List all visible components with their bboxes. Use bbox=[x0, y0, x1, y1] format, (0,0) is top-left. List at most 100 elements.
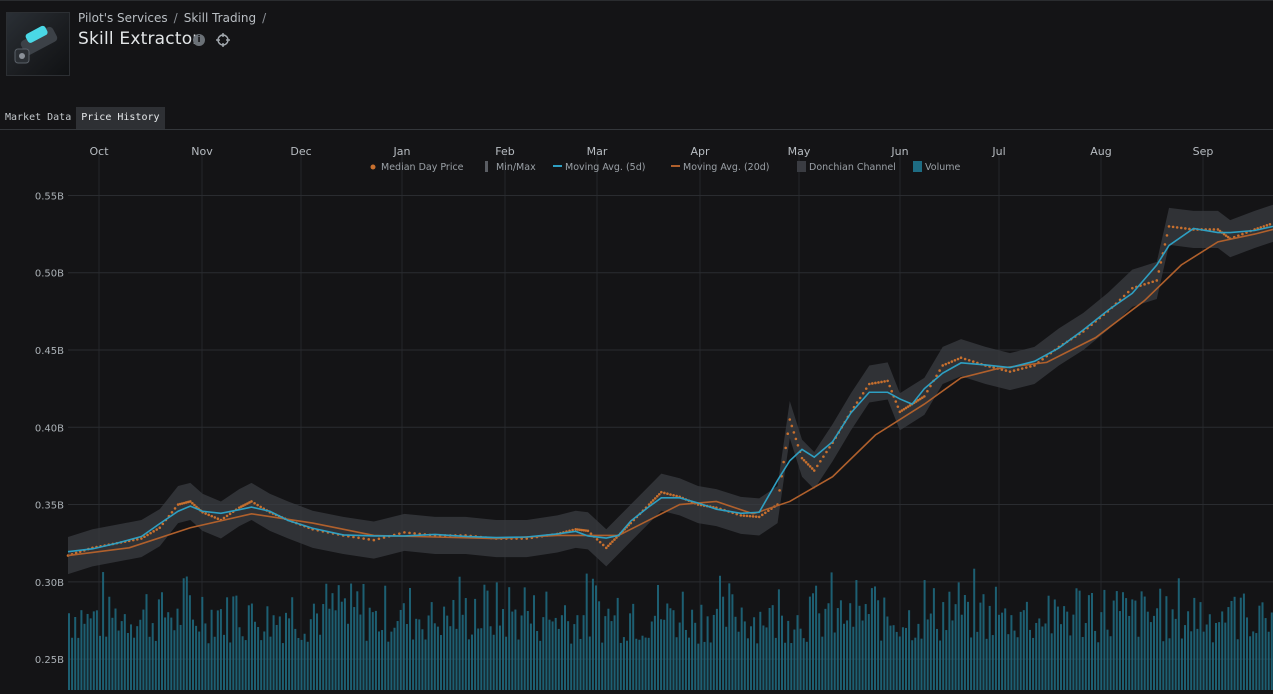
median-price-point bbox=[259, 505, 262, 509]
median-price-point bbox=[1016, 368, 1020, 371]
median-price-point bbox=[675, 494, 678, 498]
month-tick-label: Aug bbox=[1090, 145, 1111, 158]
volume-bar bbox=[1038, 618, 1041, 690]
median-price-point bbox=[800, 456, 804, 460]
price-history-chart[interactable]: Oct Nov Dec Jan Feb Mar Apr May Jun Jul Aug Sep 0.55… bbox=[0, 130, 1273, 690]
volume-bar bbox=[830, 572, 833, 690]
median-price-point bbox=[1008, 370, 1012, 373]
volume-bar bbox=[303, 633, 306, 690]
volume-bar bbox=[1112, 600, 1115, 690]
volume-bar bbox=[1022, 610, 1025, 690]
volume-bar bbox=[381, 630, 384, 690]
crosshair-icon[interactable] bbox=[216, 33, 230, 47]
volume-bar bbox=[1106, 629, 1109, 690]
breadcrumb-pilots-services[interactable]: Pilot's Services bbox=[78, 11, 168, 25]
volume-bar bbox=[1177, 578, 1180, 690]
volume-bar bbox=[105, 636, 108, 690]
volume-bar bbox=[226, 597, 229, 690]
info-icon[interactable]: i bbox=[193, 34, 205, 46]
volume-bar bbox=[238, 627, 241, 690]
median-price-point bbox=[398, 532, 401, 535]
volume-bar bbox=[557, 628, 560, 690]
median-price-point bbox=[944, 362, 948, 366]
volume-bar bbox=[728, 583, 731, 690]
median-price-point bbox=[778, 489, 781, 492]
volume-bar bbox=[151, 623, 154, 690]
breadcrumb-separator: / bbox=[262, 11, 267, 25]
volume-bar bbox=[89, 618, 92, 690]
volume-bar bbox=[573, 624, 576, 690]
skill-extractor-icon bbox=[6, 12, 70, 76]
volume-bar bbox=[278, 616, 281, 690]
volume-bar bbox=[263, 631, 266, 690]
volume-bar bbox=[120, 621, 123, 690]
volume-bar bbox=[86, 613, 89, 690]
volume-bar bbox=[1010, 615, 1013, 690]
volume-bar bbox=[1187, 611, 1190, 690]
volume-bar bbox=[1171, 609, 1174, 690]
volume-bar bbox=[483, 584, 486, 690]
volume-bar bbox=[932, 588, 935, 690]
volume-bar bbox=[821, 636, 824, 690]
breadcrumb-skill-trading[interactable]: Skill Trading bbox=[184, 11, 256, 25]
volume-bar bbox=[1174, 618, 1177, 690]
median-price-point bbox=[877, 381, 880, 384]
month-tick-label: May bbox=[788, 145, 811, 158]
tab-price-history[interactable]: Price History bbox=[76, 107, 165, 129]
volume-bar bbox=[843, 623, 845, 690]
volume-bar bbox=[285, 612, 287, 690]
volume-bar bbox=[489, 626, 492, 690]
volume-bar bbox=[74, 616, 77, 690]
volume-bar bbox=[331, 593, 334, 690]
volume-bar bbox=[319, 634, 322, 690]
chart-svg: Oct Nov Dec Jan Feb Mar Apr May Jun Jul Aug Sep 0.55… bbox=[35, 145, 1273, 690]
median-price-point bbox=[413, 532, 416, 535]
median-price-point bbox=[808, 465, 812, 468]
volume-bar bbox=[613, 615, 616, 690]
volume-bar bbox=[433, 623, 436, 690]
tab-bar: Market Data Price History bbox=[0, 107, 165, 129]
volume-bar bbox=[1205, 624, 1208, 690]
median-price-point bbox=[250, 500, 253, 503]
volume-bar bbox=[480, 628, 483, 690]
volume-bar bbox=[824, 608, 827, 690]
median-price-point bbox=[210, 514, 214, 518]
volume-bar bbox=[368, 607, 371, 690]
volume-bar bbox=[1097, 642, 1100, 690]
volume-bar bbox=[266, 606, 269, 690]
volume-bar bbox=[1221, 611, 1224, 690]
tab-market-data[interactable]: Market Data bbox=[0, 107, 76, 129]
volume-bar bbox=[362, 583, 365, 690]
legend-label: Median Day Price bbox=[381, 162, 464, 173]
volume-bar bbox=[1066, 611, 1069, 690]
volume-bar bbox=[1196, 628, 1199, 690]
volume-bar bbox=[836, 608, 839, 690]
volume-bar bbox=[771, 605, 774, 690]
volume-bar bbox=[316, 613, 318, 690]
volume-bar bbox=[536, 630, 539, 690]
volume-bar bbox=[849, 603, 852, 690]
volume-bar bbox=[365, 640, 368, 690]
volume-bar bbox=[1044, 623, 1047, 690]
median-price-point bbox=[790, 424, 794, 428]
volume-bar bbox=[784, 642, 787, 690]
volume-bar bbox=[929, 613, 932, 690]
volume-bar bbox=[139, 619, 142, 690]
volume-bar bbox=[644, 637, 647, 690]
volume-bar bbox=[982, 594, 985, 690]
volume-bar bbox=[787, 620, 790, 690]
volume-bar bbox=[68, 613, 70, 690]
volume-bar bbox=[195, 625, 198, 690]
median-price-point bbox=[764, 511, 767, 515]
volume-bar bbox=[343, 598, 346, 690]
volume-bar bbox=[1156, 608, 1159, 690]
volume-bar bbox=[781, 615, 783, 690]
volume-bar bbox=[973, 568, 976, 690]
median-price-point bbox=[782, 460, 785, 464]
volume-bar bbox=[812, 593, 814, 690]
volume-bar bbox=[1087, 595, 1090, 690]
volume-bar bbox=[520, 615, 523, 690]
median-price-point bbox=[880, 380, 883, 384]
volume-bar bbox=[241, 636, 244, 690]
volume-bar bbox=[449, 626, 452, 690]
